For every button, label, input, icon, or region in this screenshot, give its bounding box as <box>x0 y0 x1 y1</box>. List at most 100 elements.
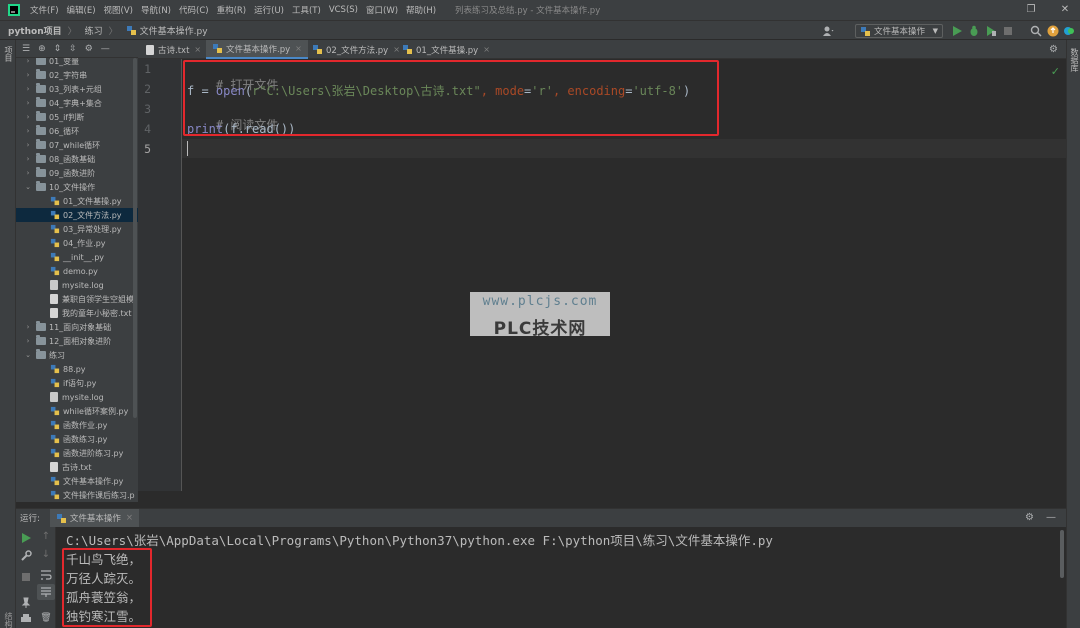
scroll-to-end-toggle[interactable] <box>37 584 55 600</box>
tree-file[interactable]: 函数练习.py <box>16 432 138 446</box>
tree-file[interactable]: 我的童年小秘密.txt <box>16 306 138 320</box>
tree-folder[interactable]: › 11_面向对象基础 <box>16 320 138 334</box>
chevron-right-icon[interactable]: › <box>24 127 32 135</box>
close-icon[interactable]: × <box>295 44 302 53</box>
tree-folder[interactable]: › 07_while循环 <box>16 138 138 152</box>
stop-icon[interactable] <box>20 571 32 583</box>
gear-icon[interactable]: ⚙ <box>1025 512 1034 523</box>
tree-file[interactable]: mysite.log <box>16 278 138 292</box>
project-tool-tab[interactable]: 项目 <box>2 46 14 62</box>
collapse-all-icon[interactable]: ⇳ <box>69 44 77 54</box>
tree-file[interactable]: if语句.py <box>16 376 138 390</box>
tab-file-basic-ops[interactable]: 文件基本操作.py × <box>206 40 308 59</box>
menu-view[interactable]: 视图(V) <box>104 4 133 16</box>
search-icon[interactable] <box>1030 25 1042 37</box>
rerun-icon[interactable] <box>20 532 32 544</box>
tree-file[interactable]: demo.py <box>16 264 138 278</box>
debug-icon[interactable] <box>968 25 980 37</box>
list-icon[interactable]: ☰ <box>22 44 30 54</box>
chevron-right-icon[interactable]: › <box>24 155 32 163</box>
pin-icon[interactable] <box>20 597 32 609</box>
chevron-right-icon[interactable]: › <box>24 71 32 79</box>
run-icon[interactable] <box>951 25 963 37</box>
coverage-icon[interactable] <box>985 25 997 37</box>
user-icon[interactable] <box>822 25 834 37</box>
console-output[interactable]: C:\Users\张岩\AppData\Local\Programs\Pytho… <box>56 527 1066 628</box>
wrench-icon[interactable] <box>20 550 32 562</box>
chevron-right-icon[interactable]: › <box>24 99 32 107</box>
locate-icon[interactable]: ⊕ <box>38 44 46 54</box>
tree-folder[interactable]: › 03_列表+元组 <box>16 82 138 96</box>
tree-file[interactable]: 古诗.txt <box>16 460 138 474</box>
tree-file[interactable]: 文件基本操作.py <box>16 474 138 488</box>
tree-file[interactable]: while循环案例.py <box>16 404 138 418</box>
tab-file-basics[interactable]: 01_文件基操.py × <box>396 40 496 59</box>
tree-folder[interactable]: › 04_字典+集合 <box>16 96 138 110</box>
console-scrollbar[interactable] <box>1060 530 1064 578</box>
chevron-right-icon[interactable]: › <box>24 85 32 93</box>
tab-settings-icon[interactable]: ⚙ <box>1049 44 1058 55</box>
close-icon[interactable]: × <box>194 45 201 54</box>
soft-wrap-icon[interactable] <box>40 569 52 581</box>
tree-file[interactable]: 文件操作课后练习.p <box>16 488 138 502</box>
menu-refactor[interactable]: 重构(R) <box>217 4 247 16</box>
tree-file[interactable]: __init__.py <box>16 250 138 264</box>
menu-run[interactable]: 运行(U) <box>254 4 284 16</box>
tree-file[interactable]: 兼职自领学生空姐模 <box>16 292 138 306</box>
tree-file[interactable]: mysite.log <box>16 390 138 404</box>
menu-help[interactable]: 帮助(H) <box>406 4 436 16</box>
menu-window[interactable]: 窗口(W) <box>366 4 398 16</box>
stop-icon[interactable] <box>1002 25 1014 37</box>
tree-folder[interactable]: › 09_函数进阶 <box>16 166 138 180</box>
chevron-right-icon[interactable]: › <box>24 113 32 121</box>
menu-code[interactable]: 代码(C) <box>179 4 209 16</box>
tree-file[interactable]: 函数作业.py <box>16 418 138 432</box>
tree-file[interactable]: 01_文件基操.py <box>16 194 138 208</box>
menu-navigate[interactable]: 导航(N) <box>141 4 171 16</box>
tree-file[interactable]: 04_作业.py <box>16 236 138 250</box>
tab-file-methods[interactable]: 02_文件方法.py × <box>306 40 406 59</box>
tree-folder[interactable]: › 01_变量 <box>16 58 138 68</box>
breadcrumb-project[interactable]: python项目 <box>8 24 62 37</box>
close-icon[interactable]: × <box>126 513 133 523</box>
scroll-down-icon[interactable]: ↓ <box>40 549 52 561</box>
breadcrumb-file[interactable]: 文件基本操作.py <box>126 24 208 37</box>
database-tool-tab[interactable]: 数据库 <box>1068 48 1080 72</box>
delete-icon[interactable]: 🗑 <box>40 613 52 625</box>
menu-vcs[interactable]: VCS(S) <box>329 5 358 15</box>
plugin-icon[interactable] <box>1063 25 1075 37</box>
tree-file[interactable]: 函数进阶练习.py <box>16 446 138 460</box>
chevron-right-icon[interactable]: › <box>24 337 32 345</box>
tree-file[interactable]: 88.py <box>16 362 138 376</box>
breadcrumb-folder[interactable]: 练习 <box>85 24 103 37</box>
structure-tool-tab[interactable]: 结构 <box>2 612 14 628</box>
tree-file[interactable]: 03_异常处理.py <box>16 222 138 236</box>
gear-icon[interactable]: ⚙ <box>85 44 93 54</box>
tab-gushi-txt[interactable]: 古诗.txt × <box>140 40 207 59</box>
chevron-right-icon[interactable]: › <box>24 141 32 149</box>
tree-folder[interactable]: ⌄ 练习 <box>16 348 138 362</box>
run-configuration-select[interactable]: 文件基本操作 ▼ <box>855 24 943 38</box>
close-window-icon[interactable]: ✕ <box>1058 3 1072 17</box>
menu-file[interactable]: 文件(F) <box>30 4 59 16</box>
code-editor[interactable]: # 打开文件 f = open(r"C:\Users\张岩\Desktop\古诗… <box>182 59 1066 491</box>
scroll-up-icon[interactable]: ↑ <box>40 531 52 543</box>
print-icon[interactable] <box>20 613 32 625</box>
tree-folder[interactable]: › 06_循环 <box>16 124 138 138</box>
run-tab[interactable]: 文件基本操作 × <box>49 508 140 528</box>
tree-folder[interactable]: › 02_字符串 <box>16 68 138 82</box>
tree-folder[interactable]: › 12_面相对象进阶 <box>16 334 138 348</box>
restore-window-icon[interactable]: ❐ <box>1024 3 1038 17</box>
menu-edit[interactable]: 编辑(E) <box>67 4 96 16</box>
minimize-icon[interactable]: — <box>101 44 110 54</box>
chevron-right-icon[interactable]: › <box>24 58 32 65</box>
chevron-right-icon[interactable]: › <box>24 169 32 177</box>
chevron-down-icon[interactable]: ⌄ <box>24 351 32 359</box>
update-icon[interactable] <box>1047 25 1059 37</box>
expand-all-icon[interactable]: ⇕ <box>54 44 62 54</box>
tree-folder[interactable]: › 08_函数基础 <box>16 152 138 166</box>
menu-tools[interactable]: 工具(T) <box>292 4 321 16</box>
tree-folder[interactable]: ⌄ 10_文件操作 <box>16 180 138 194</box>
chevron-right-icon[interactable]: › <box>24 323 32 331</box>
close-icon[interactable]: × <box>483 45 490 54</box>
